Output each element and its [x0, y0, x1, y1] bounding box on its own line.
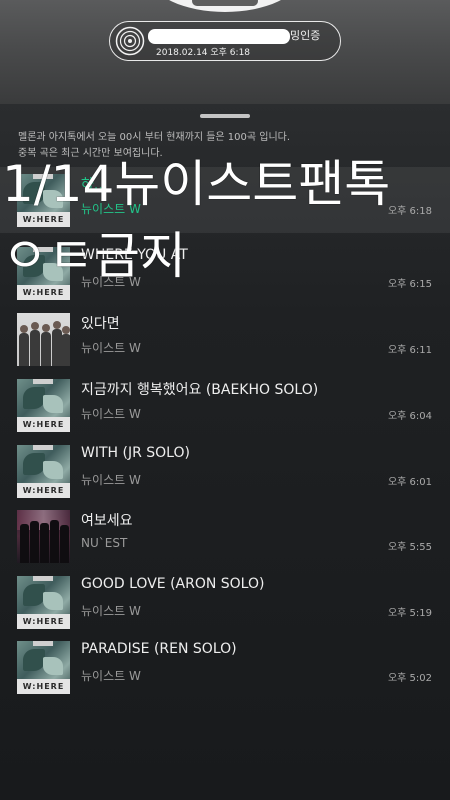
track-title: WITH (JR SOLO) — [81, 445, 190, 461]
album-art-text: W:HERE — [17, 285, 70, 300]
track-time: 오후 5:55 — [387, 542, 432, 553]
track-time: 오후 6:11 — [387, 345, 432, 356]
album-art-text: W:HERE — [17, 483, 70, 498]
track-title: PARADISE (REN SOLO) — [81, 641, 237, 657]
album-art: W:HERE — [17, 379, 70, 432]
vinyl-record-icon — [115, 26, 145, 56]
track-artist: 뉴이스트 W — [81, 407, 141, 421]
track-row[interactable]: W:HERE 지금까지 행복했어요 (BAEKHO SOLO) 뉴이스트 W 오… — [0, 372, 450, 438]
track-time: 오후 6:15 — [387, 279, 432, 290]
notice-line-1: 멜론과 아지톡에서 오늘 00시 부터 현재까지 들은 100곡 입니다. — [18, 132, 291, 143]
track-title: 지금까지 행복했어요 (BAEKHO SOLO) — [81, 382, 319, 398]
track-row[interactable]: 여보세요 NU`EST 오후 5:55 — [0, 503, 450, 569]
pill-label: 밍인증 — [290, 29, 321, 42]
track-artist: 뉴이스트 W — [81, 341, 141, 355]
overlay-caption-line-2: ㅇㅌ금지 — [2, 227, 186, 285]
track-row[interactable]: W:HERE PARADISE (REN SOLO) 뉴이스트 W 오후 5:0… — [0, 634, 450, 700]
album-art — [17, 313, 70, 366]
album-art-text: W:HERE — [17, 679, 70, 694]
status-area: 밍인증 2018.02.14 오후 6:18 — [0, 0, 450, 104]
album-art-text: W:HERE — [17, 212, 70, 227]
album-art: W:HERE — [17, 445, 70, 498]
track-time: 오후 6:18 — [387, 206, 432, 217]
track-title: GOOD LOVE (ARON SOLO) — [81, 576, 265, 592]
album-art — [17, 510, 70, 563]
track-time: 오후 6:04 — [387, 411, 432, 422]
panel-drag-handle[interactable] — [200, 114, 250, 118]
album-art-text: W:HERE — [17, 417, 70, 432]
track-artist: NU`EST — [81, 536, 128, 550]
album-art: W:HERE — [17, 576, 70, 629]
track-time: 오후 5:19 — [387, 608, 432, 619]
track-row[interactable]: W:HERE GOOD LOVE (ARON SOLO) 뉴이스트 W 오후 5… — [0, 569, 450, 635]
overlay-caption-line-1: 1/14뉴이스트팬톡 — [2, 155, 391, 213]
track-title: 있다면 — [81, 316, 120, 332]
pill-date: 2018.02.14 오후 6:18 — [156, 48, 251, 58]
top-graphic-shadow — [192, 0, 258, 6]
track-row[interactable]: 있다면 뉴이스트 W 오후 6:11 — [0, 306, 450, 372]
track-row[interactable]: W:HERE WITH (JR SOLO) 뉴이스트 W 오후 6:01 — [0, 438, 450, 504]
track-title: 여보세요 — [81, 513, 133, 529]
album-art-text: W:HERE — [17, 614, 70, 629]
track-artist: 뉴이스트 W — [81, 473, 141, 487]
album-art: W:HERE — [17, 641, 70, 694]
track-artist: 뉴이스트 W — [81, 604, 141, 618]
track-artist: 뉴이스트 W — [81, 669, 141, 683]
track-time: 오후 5:02 — [387, 673, 432, 684]
redacted-name — [148, 29, 290, 44]
track-time: 오후 6:01 — [387, 477, 432, 488]
verification-pill[interactable]: 밍인증 2018.02.14 오후 6:18 — [109, 21, 341, 61]
